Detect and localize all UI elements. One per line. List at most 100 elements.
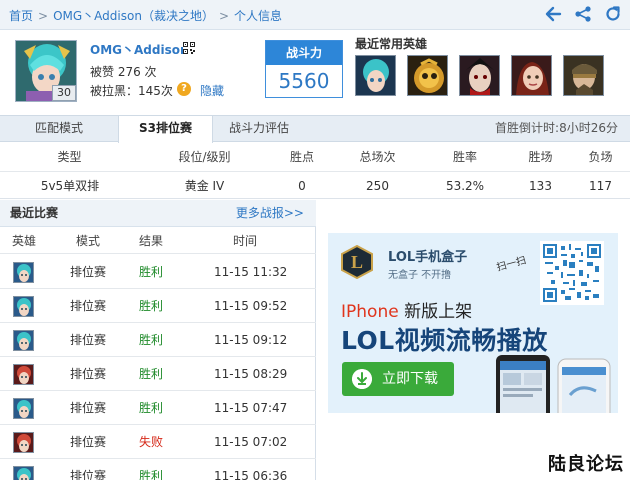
stats-type: 5v5单双排 [40,179,100,193]
stats-header-type: 类型 [57,150,82,164]
tab-s3-ranked[interactable]: S3排位赛 [118,116,213,143]
match-row[interactable]: 排位赛 胜利 11-15 09:12 [0,323,316,357]
matches-header-mode: 模式 [76,234,101,248]
ad-banner[interactable]: L LOL手机盒子 无盒子 不开撸 扫一扫 IPhone 新版上架 LOL视频流… [328,233,618,413]
ad-headline-iphone: IPhone [341,302,399,322]
hero-portrait-5[interactable] [563,55,604,96]
match-hero-icon [13,296,34,317]
match-result: 胜利 [139,265,164,279]
download-now-label: 立即下载 [382,371,438,387]
stats-rank: 黄金 IV [184,179,225,193]
tab-power-evaluation[interactable]: 战斗力评估 [213,116,305,142]
svg-text:L: L [351,252,363,272]
phones-illustration-icon [496,355,611,413]
matches-header-row: 英雄 模式 结果 时间 [0,228,316,254]
power-value: 5560 [278,69,330,93]
match-hero-icon [13,432,34,453]
match-time: 11-15 09:52 [214,299,288,313]
download-icon [352,369,372,389]
match-hero-icon [13,330,34,351]
match-time: 11-15 09:12 [214,333,288,347]
power-box: 战斗力 5560 [265,40,343,98]
stats-winrate: 53.2% [445,179,485,193]
blacklist-count: 被拉黑：145次 [90,84,173,98]
ad-headline-rest: 新版上架 [398,302,473,322]
breadcrumb: 首页 > OMG丶Addison（裁决之地） > 个人信息 [9,7,282,24]
match-time: 11-15 08:29 [214,367,288,381]
ad-headline: IPhone 新版上架 [341,297,472,322]
first-win-countdown: 首胜倒计时:8小时26分 [495,121,618,135]
help-icon[interactable]: ? [177,82,191,96]
power-label: 战斗力 [266,41,342,65]
likes-count: 被赞 276 次 [90,65,157,79]
match-mode: 排位赛 [70,401,107,415]
stats-row: 5v5单双排 黄金 IV 0 250 53.2% 133 117 [0,171,630,199]
ad-slogan: LOL视频流畅播放 [341,326,548,355]
refresh-icon[interactable] [604,5,622,23]
breadcrumb-team[interactable]: OMG丶Addison（裁决之地） [53,7,214,24]
share-icon[interactable] [574,5,592,23]
match-result: 胜利 [139,299,164,313]
hero-portrait-2[interactable] [407,55,448,96]
tab-match-mode[interactable]: 匹配模式 [0,116,118,142]
stats-header-losses: 负场 [588,150,613,164]
match-hero-icon [13,262,34,283]
breadcrumb-home[interactable]: 首页 [9,7,33,24]
stats-header-rank: 段位/级别 [178,150,231,164]
ad-qr-code [540,241,604,305]
stats-header-total: 总场次 [359,150,396,164]
match-time: 11-15 06:36 [214,469,288,480]
ad-title: LOL手机盒子 [388,250,468,265]
match-row[interactable]: 排位赛 胜利 11-15 08:29 [0,357,316,391]
match-row[interactable]: 排位赛 失败 11-15 07:02 [0,425,316,459]
stats-header-winrate: 胜率 [452,150,477,164]
match-result: 胜利 [139,469,164,480]
breadcrumb-current: 个人信息 [234,9,283,23]
ad-scan-text: 扫一扫 [495,255,528,274]
recent-matches-header: 最近比赛 更多战报>> [0,200,316,227]
recent-matches-panel: 最近比赛 更多战报>> 英雄 模式 结果 时间 排位赛 胜利 11-15 11:32… [0,200,316,480]
matches-header-time: 时间 [233,234,258,248]
match-mode: 排位赛 [70,469,107,480]
matches-header-hero: 英雄 [12,234,37,248]
more-reports-link[interactable]: 更多战报>> [236,200,304,227]
breadcrumb-separator: > [218,9,230,23]
match-result: 胜利 [139,333,164,347]
matches-header-result: 结果 [139,234,164,248]
back-arrow-icon[interactable] [544,5,562,23]
match-result: 失败 [139,435,164,449]
favorite-heroes-title: 最近常用英雄 [355,37,428,51]
match-result: 胜利 [139,367,164,381]
match-time: 11-15 07:02 [214,435,288,449]
lol-logo-icon: L [341,245,373,279]
ad-subtitle: 无盒子 不开撸 [388,270,452,281]
match-time: 11-15 07:47 [214,401,288,415]
match-row[interactable]: 排位赛 胜利 11-15 11:32 [0,255,316,289]
stats-header-row: 类型 段位/级别 胜点 总场次 胜率 胜场 负场 [0,143,630,171]
match-row[interactable]: 排位赛 胜利 11-15 06:36 [0,459,316,480]
recent-matches-title: 最近比赛 [10,206,59,220]
match-row[interactable]: 排位赛 胜利 11-15 09:52 [0,289,316,323]
stats-header-wins: 胜场 [528,150,553,164]
hide-link[interactable]: 隐藏 [200,82,224,99]
forum-watermark: 陆良论坛 [548,454,624,475]
breadcrumb-separator: > [38,9,49,23]
match-time: 11-15 11:32 [214,265,288,279]
mode-tabs: 匹配模式 S3排位赛 战斗力评估 首胜倒计时:8小时26分 [0,115,630,143]
stats-total: 250 [366,179,389,193]
match-result: 胜利 [139,401,164,415]
hero-portrait-3[interactable] [459,55,500,96]
match-mode: 排位赛 [70,367,107,381]
level-badge: 30 [52,85,76,101]
stats-header-points: 胜点 [289,150,314,164]
stats-losses: 117 [589,179,612,193]
qr-code-icon[interactable] [183,42,195,54]
download-now-button[interactable]: 立即下载 [342,362,454,396]
hero-portrait-4[interactable] [511,55,552,96]
hero-portrait-1[interactable] [355,55,396,96]
match-hero-icon [13,466,34,480]
stats-points: 0 [298,179,306,193]
toolbar-icons [544,5,622,23]
match-row[interactable]: 排位赛 胜利 11-15 07:47 [0,391,316,425]
match-hero-icon [13,364,34,385]
